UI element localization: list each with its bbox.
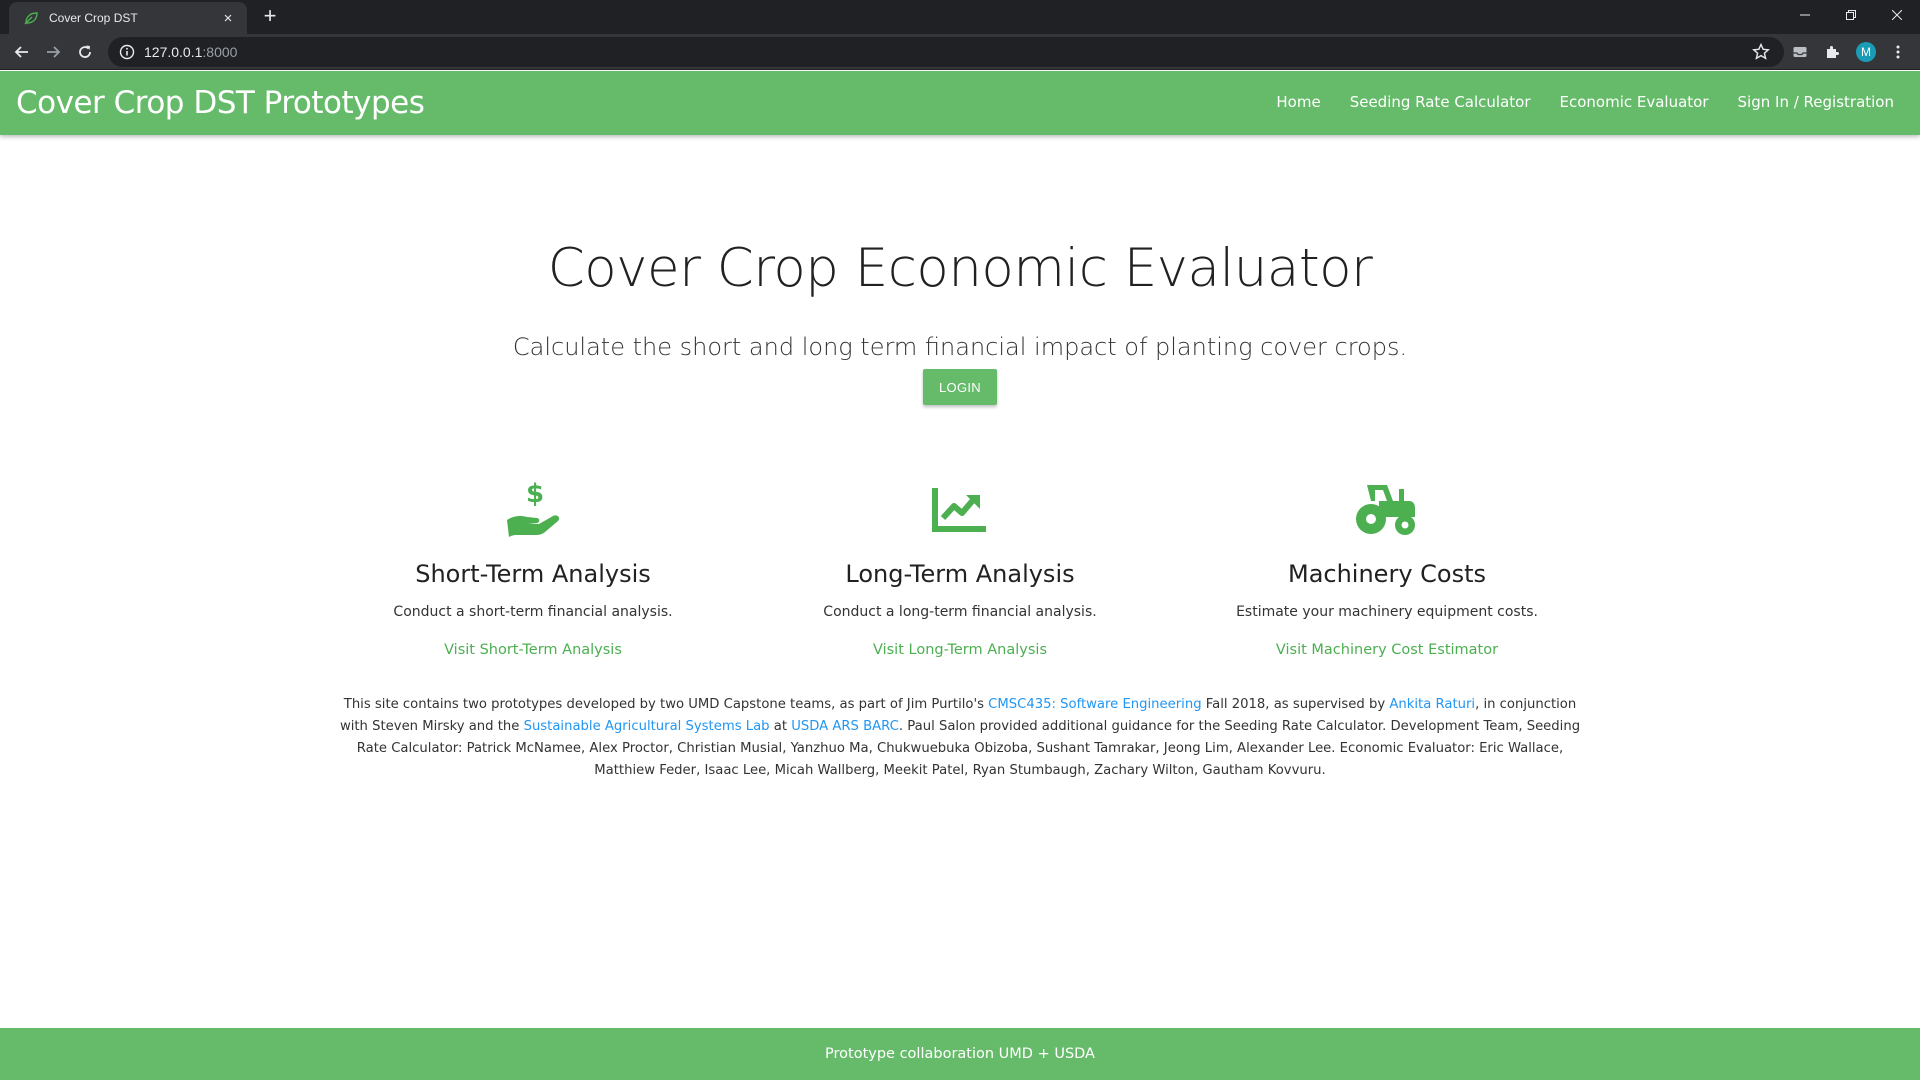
nav-links: Home Seeding Rate Calculator Economic Ev… [1247,93,1894,111]
tab-title: Cover Crop DST [49,11,138,25]
browser-toolbar: 127.0.0.1:8000 M [0,34,1920,70]
tractor-icon [1177,480,1597,538]
visit-machinery-link[interactable]: Visit Machinery Cost Estimator [1276,642,1498,658]
profile-avatar[interactable]: M [1852,38,1880,66]
tab-close-icon[interactable]: × [219,10,237,27]
feature-description: Estimate your machinery equipment costs. [1236,604,1538,620]
page-subtitle: Calculate the short and long term financ… [512,333,1408,361]
nav-link-seeding-rate-calculator[interactable]: Seeding Rate Calculator [1350,93,1531,111]
about-paragraph: This site contains two prototypes develo… [338,694,1582,782]
back-arrow-icon[interactable] [8,38,36,66]
browser-tab[interactable]: Cover Crop DST × [9,2,247,34]
site-footer: Prototype collaboration UMD + USDA [0,1028,1920,1080]
hand-dollar-icon: $ [323,480,743,538]
svg-text:$: $ [526,480,544,509]
visit-long-term-link[interactable]: Visit Long-Term Analysis [873,642,1047,658]
about-text: at [769,719,792,734]
reload-icon[interactable] [71,38,99,66]
feature-title: Machinery Costs [1287,560,1487,588]
nav-link-sign-in[interactable]: Sign In / Registration [1738,93,1894,111]
minimize-icon[interactable] [1782,0,1828,30]
visit-short-term-link[interactable]: Visit Short-Term Analysis [444,642,622,658]
site-navbar: Cover Crop DST Prototypes Home Seeding R… [0,71,1920,135]
site-brand[interactable]: Cover Crop DST Prototypes [16,85,425,121]
course-link[interactable]: CMSC435: Software Engineering [988,697,1201,712]
url-host: 127.0.0.1 [144,44,203,60]
feature-description: Conduct a short-term financial analysis. [393,604,673,620]
nav-link-economic-evaluator[interactable]: Economic Evaluator [1560,93,1709,111]
feature-long-term: Long-Term Analysis Conduct a long-term f… [750,480,1170,658]
about-text: This site contains two prototypes develo… [343,697,989,712]
trending-up-chart-icon [750,480,1170,538]
bookmark-star-icon[interactable] [1752,43,1770,61]
about-text: Fall 2018, as supervised by [1201,697,1390,712]
feature-description: Conduct a long-term financial analysis. [823,604,1097,620]
nav-link-home[interactable]: Home [1276,93,1320,111]
supervisor-link[interactable]: Ankita Raturi [1389,697,1475,712]
site-info-icon[interactable] [118,43,136,61]
feature-machinery: Machinery Costs Estimate your machinery … [1177,480,1597,658]
address-bar[interactable]: 127.0.0.1:8000 [108,37,1784,67]
usda-link[interactable]: USDA ARS BARC [791,719,899,734]
browser-menu-icon[interactable] [1884,38,1912,66]
close-window-icon[interactable] [1874,0,1920,30]
profile-initial: M [1856,42,1876,62]
login-button[interactable]: LOGIN [923,369,997,405]
restore-icon[interactable] [1828,0,1874,30]
lab-link[interactable]: Sustainable Agricultural Systems Lab [524,719,770,734]
url-port: :8000 [202,44,238,60]
new-tab-button[interactable]: + [258,5,282,29]
feature-title: Short-Term Analysis [415,560,651,588]
leaf-favicon-icon [24,12,38,25]
window-controls [1782,0,1920,30]
page-title: Cover Crop Economic Evaluator [547,238,1373,299]
extensions-puzzle-icon[interactable] [1818,38,1846,66]
forward-arrow-icon[interactable] [39,38,67,66]
feature-title: Long-Term Analysis [845,560,1075,588]
footer-text: Prototype collaboration UMD + USDA [825,1046,1095,1062]
browser-tab-bar: Cover Crop DST × + [0,0,1920,34]
extension-inbox-icon[interactable] [1786,38,1814,66]
feature-short-term: $ Short-Term Analysis Conduct a short-te… [323,480,743,658]
